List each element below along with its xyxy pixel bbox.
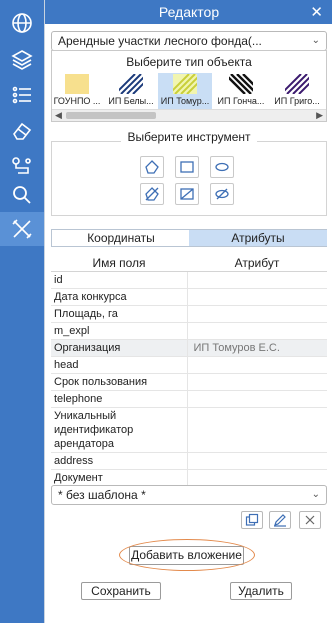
table-row[interactable]: address [51, 452, 327, 470]
layer-select[interactable]: Арендные участки лесного фонда(... ⌄ [51, 31, 327, 51]
field-name: id [51, 271, 188, 289]
table-row[interactable]: Дата конкурса [51, 288, 327, 306]
column-header-attribute: Атрибут [187, 255, 327, 272]
object-type-tile[interactable]: ИП Григо... [270, 73, 324, 109]
save-button[interactable]: Сохранить [81, 582, 161, 600]
field-value[interactable] [187, 373, 327, 391]
object-type-title: Выберите тип объекта [126, 55, 252, 69]
tab-coordinates[interactable]: Координаты [52, 230, 190, 246]
tools-cross-icon[interactable] [0, 212, 44, 246]
scrollbar-thumb[interactable] [66, 112, 156, 119]
template-select-value: * без шаблона * [58, 488, 146, 502]
object-type-label: ИП Томур... [160, 96, 210, 106]
delete-attribute-button[interactable] [299, 511, 321, 529]
hatch-black-swatch-icon [229, 74, 253, 94]
table-row[interactable]: Площадь, га [51, 305, 327, 323]
layers-icon[interactable] [0, 42, 44, 76]
column-header-field-name: Имя поля [51, 255, 187, 272]
table-row[interactable]: m_expl [51, 322, 327, 340]
cut-rectangle-tool-icon[interactable] [175, 183, 199, 205]
field-value[interactable] [187, 322, 327, 340]
template-select[interactable]: * без шаблона * ⌄ [51, 485, 327, 505]
hatch-yellow-swatch-icon [173, 74, 197, 94]
copy-icon [245, 513, 259, 526]
delete-button[interactable]: Удалить [230, 582, 292, 600]
table-row[interactable]: Документ [51, 469, 327, 487]
search-icon[interactable] [0, 178, 44, 212]
edit-button[interactable] [269, 511, 291, 529]
table-row[interactable]: head [51, 356, 327, 374]
field-value[interactable] [187, 469, 327, 487]
field-name: address [51, 452, 188, 470]
legend-list-icon[interactable] [0, 78, 44, 112]
hatch-purple-swatch-icon [285, 74, 309, 94]
tab-bar: Координаты Атрибуты [51, 229, 327, 247]
draw-polygon-tool-icon[interactable] [140, 156, 164, 178]
tool-title: Выберите инструмент [51, 130, 327, 144]
tab-attributes[interactable]: Атрибуты [189, 230, 327, 246]
field-value[interactable]: ИП Томуров Е.С. [187, 339, 327, 357]
editor-panel: Редактор ✕ Арендные участки лесного фонд… [44, 0, 332, 623]
pencil-icon [274, 514, 286, 527]
object-type-label: ИП Белы... [108, 96, 154, 106]
attributes-table: Имя поля Атрибут id Дата конкурса Площад… [51, 255, 327, 487]
close-icon [305, 515, 315, 525]
chevron-down-icon: ⌄ [311, 35, 320, 46]
globe-icon[interactable] [0, 6, 44, 40]
field-value[interactable] [187, 271, 327, 289]
field-value[interactable] [187, 407, 327, 453]
field-name: Срок пользования [51, 373, 188, 391]
solid-yellow-swatch-icon [65, 74, 89, 94]
cut-polygon-tool-icon[interactable] [140, 183, 164, 205]
table-row[interactable]: telephone [51, 390, 327, 408]
close-icon[interactable]: ✕ [310, 3, 323, 21]
field-name: m_expl [51, 322, 188, 340]
field-value[interactable] [187, 305, 327, 323]
hatch-blue-swatch-icon [119, 74, 143, 94]
field-name: Документ [51, 469, 188, 487]
scroll-right-icon[interactable]: ▶ [316, 110, 323, 121]
table-row[interactable]: Уникальный идентификатор арендатора [51, 407, 327, 453]
table-row[interactable]: Организация ИП Томуров Е.С. [51, 339, 327, 357]
field-name: Площадь, га [51, 305, 188, 323]
editor-titlebar: Редактор ✕ [45, 0, 332, 24]
left-toolbar [0, 0, 44, 623]
object-type-tile[interactable]: ИП Гонча... [214, 73, 268, 109]
table-row[interactable]: id [51, 271, 327, 289]
field-name: Дата конкурса [51, 288, 188, 306]
cut-ellipse-tool-icon[interactable] [210, 183, 234, 205]
object-type-tile[interactable]: ГОУНПО ... [50, 73, 104, 109]
field-name: Уникальный идентификатор арендатора [51, 407, 188, 453]
object-type-label: ИП Гонча... [217, 96, 265, 106]
draw-ellipse-tool-icon[interactable] [210, 156, 234, 178]
field-value[interactable] [187, 452, 327, 470]
field-value[interactable] [187, 356, 327, 374]
eraser-icon[interactable] [0, 114, 44, 148]
copy-button[interactable] [241, 511, 263, 529]
field-name: Организация [51, 339, 188, 357]
field-value[interactable] [187, 288, 327, 306]
tool-box [51, 141, 327, 216]
object-type-tile[interactable]: ИП Белы... [104, 73, 158, 109]
add-attachment-area: Добавить вложение [119, 539, 255, 571]
object-type-label: ИП Григо... [274, 96, 320, 106]
scroll-left-icon[interactable]: ◀ [55, 110, 62, 121]
field-name: head [51, 356, 188, 374]
chevron-down-icon: ⌄ [311, 489, 320, 500]
object-type-scrollbar[interactable]: ◀ ▶ [52, 109, 326, 121]
editor-title: Редактор [158, 4, 220, 20]
field-value[interactable] [187, 390, 327, 408]
draw-rectangle-tool-icon[interactable] [175, 156, 199, 178]
object-type-box: Выберите тип объекта ГОУНПО ... ИП Белы.… [51, 50, 327, 122]
object-type-tile-selected[interactable]: ИП Томур... [158, 73, 212, 109]
table-row[interactable]: Срок пользования [51, 373, 327, 391]
object-type-label: ГОУНПО ... [53, 96, 101, 106]
add-attachment-button[interactable]: Добавить вложение [129, 546, 244, 565]
field-name: telephone [51, 390, 188, 408]
layer-select-value: Арендные участки лесного фонда(... [58, 34, 262, 48]
